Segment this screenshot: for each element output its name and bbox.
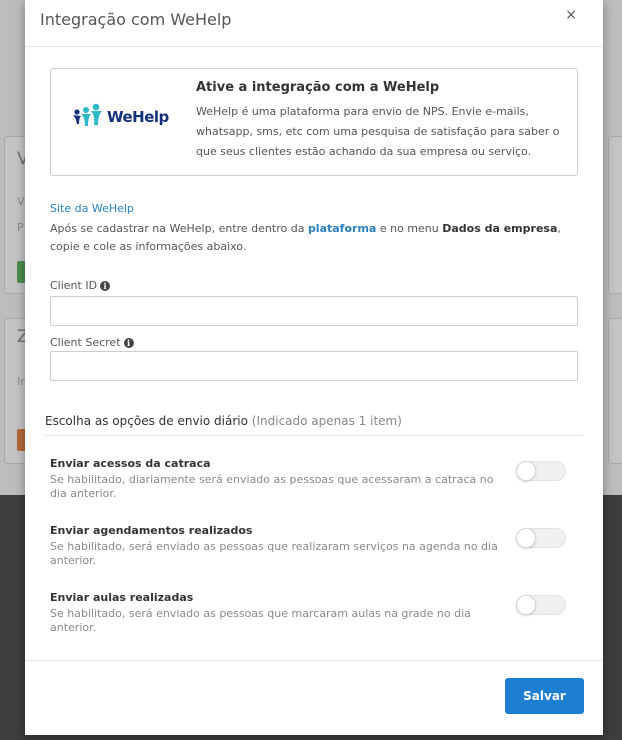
option-description-aulas: Se habilitado, será enviado as pessoas q… [50,607,471,634]
option-description-agendamentos: Se habilitado, será enviado as pessoas q… [50,540,498,567]
section-divider [45,435,583,436]
background-card [608,318,622,464]
client-secret-input[interactable] [50,351,578,381]
toggle-knob [516,528,536,548]
option-description-catraca: Se habilitado, diariamente será enviado … [50,473,494,500]
toggle-aulas[interactable] [516,595,566,615]
info-icon[interactable]: i [123,338,134,348]
background-card-text: P [17,221,24,234]
modal-footer: Salvar [25,660,603,735]
option-title-aulas: Enviar aulas realizadas [50,591,194,604]
options-title: Escolha as opções de envio diário [45,414,248,428]
logo-text: WeHelp [107,108,169,126]
background-card-text: V [17,195,25,208]
options-section-title: Escolha as opções de envio diário (Indic… [45,414,402,428]
menu-name: Dados da empresa [442,222,558,235]
platform-link[interactable]: plataforma [308,222,376,235]
wehelp-integration-modal: Integração com WeHelp × WeHelp Ative a i… [25,0,603,735]
toggle-knob [516,595,536,615]
wehelp-logo: WeHelp [71,103,171,135]
save-button[interactable]: Salvar [505,678,584,714]
integration-card: WeHelp Ative a integração com a WeHelp W… [50,68,578,176]
toggle-catraca[interactable] [516,461,566,481]
info-icon[interactable]: i [100,281,111,291]
client-secret-label-text: Client Secret [50,336,121,349]
modal-title: Integração com WeHelp [40,10,232,29]
integration-description: WeHelp é uma plataforma para envio de NP… [196,105,560,158]
client-secret-label: Client Secret i [50,336,134,349]
toggle-knob [516,461,536,481]
integration-title: Ative a integração com a WeHelp [196,80,440,95]
wehelp-people-icon [73,103,102,126]
option-title-catraca: Enviar acessos da catraca [50,457,211,470]
background-card [608,136,622,294]
instructions-text: Após se cadastrar na WeHelp, entre dentr… [50,220,580,256]
client-id-label: Client ID i [50,279,111,292]
modal-header: Integração com WeHelp × [25,0,603,47]
wehelp-site-link[interactable]: Site da WeHelp [50,202,134,215]
option-title-agendamentos: Enviar agendamentos realizados [50,524,253,537]
close-button[interactable]: × [565,6,577,24]
options-note: (Indicado apenas 1 item) [251,414,402,428]
instructions-part: e no menu [376,222,443,235]
client-id-label-text: Client ID [50,279,98,292]
toggle-agendamentos[interactable] [516,528,566,548]
instructions-part: Após se cadastrar na WeHelp, entre dentr… [50,222,308,235]
client-id-input[interactable] [50,296,578,326]
